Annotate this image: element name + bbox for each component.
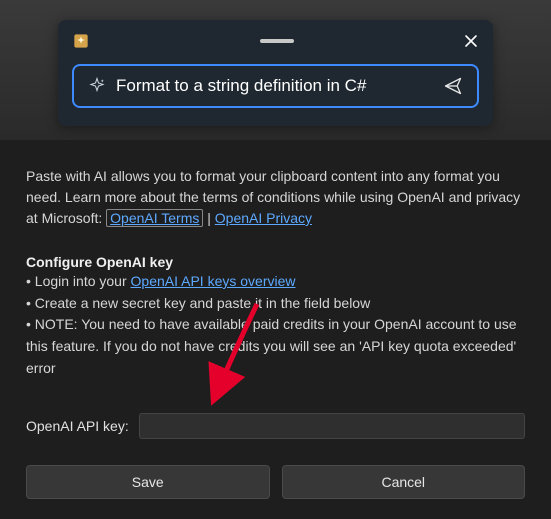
intro-sep: | [203, 210, 214, 226]
intro-text: Paste with AI allows you to format your … [26, 166, 525, 229]
api-key-input[interactable] [139, 413, 525, 439]
settings-panel: Paste with AI allows you to format your … [0, 140, 551, 439]
send-icon[interactable] [443, 76, 463, 96]
api-key-row: OpenAI API key: [26, 413, 525, 439]
openai-terms-link[interactable]: OpenAI Terms [106, 209, 203, 227]
configure-bullets: • Login into your OpenAI API keys overvi… [26, 271, 525, 379]
ai-badge-icon [72, 32, 90, 50]
cancel-button[interactable]: Cancel [282, 465, 526, 499]
bullet-create-key: • Create a new secret key and paste it i… [26, 293, 525, 315]
configure-heading: Configure OpenAI key [26, 254, 525, 270]
save-button[interactable]: Save [26, 465, 270, 499]
sparkle-icon [88, 77, 106, 95]
openai-api-keys-link[interactable]: OpenAI API keys overview [131, 273, 296, 289]
close-icon[interactable] [463, 33, 479, 49]
dialog-buttons: Save Cancel [26, 465, 525, 499]
preview-header: Format to a string definition in C# [0, 0, 551, 140]
bullet-note: • NOTE: You need to have available paid … [26, 314, 525, 379]
api-key-label: OpenAI API key: [26, 418, 129, 434]
prompt-text[interactable]: Format to a string definition in C# [116, 76, 433, 96]
prompt-card: Format to a string definition in C# [58, 20, 493, 126]
openai-privacy-link[interactable]: OpenAI Privacy [215, 210, 312, 226]
bullet-login: • Login into your OpenAI API keys overvi… [26, 271, 525, 293]
drag-handle[interactable] [260, 39, 294, 43]
prompt-input-row[interactable]: Format to a string definition in C# [72, 64, 479, 108]
